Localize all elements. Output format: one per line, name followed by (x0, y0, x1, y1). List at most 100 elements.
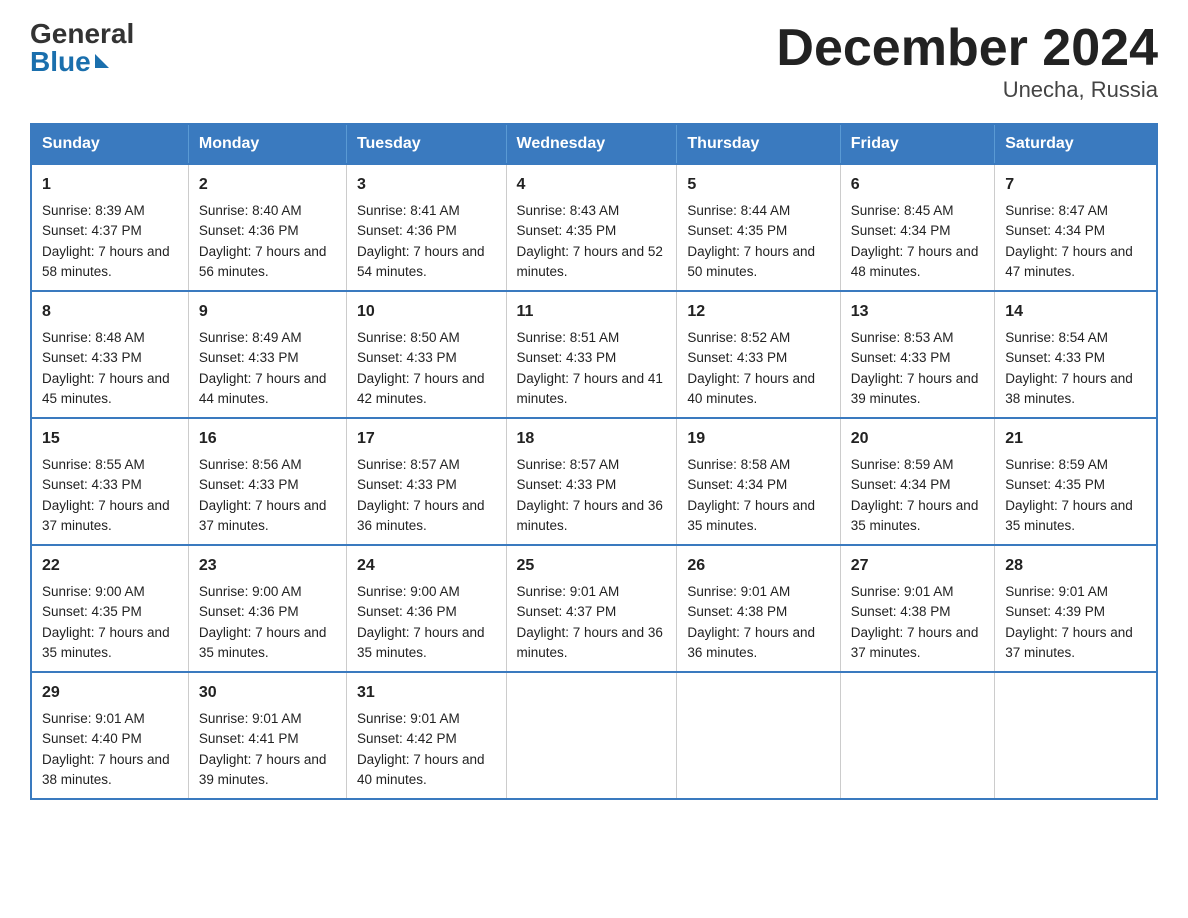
sunrise-text: Sunrise: 8:51 AM (517, 330, 620, 345)
sunrise-text: Sunrise: 8:53 AM (851, 330, 954, 345)
header-friday: Friday (840, 124, 994, 164)
cell-week1-day2: 2Sunrise: 8:40 AMSunset: 4:36 PMDaylight… (188, 164, 346, 291)
cell-week5-day7 (995, 672, 1157, 799)
week-row-5: 29Sunrise: 9:01 AMSunset: 4:40 PMDayligh… (31, 672, 1157, 799)
daylight-text: Daylight: 7 hours and 36 minutes. (687, 625, 815, 660)
sunrise-text: Sunrise: 9:00 AM (42, 584, 145, 599)
day-number: 31 (357, 681, 496, 705)
daylight-text: Daylight: 7 hours and 37 minutes. (199, 498, 327, 533)
header-monday: Monday (188, 124, 346, 164)
cell-week2-day7: 14Sunrise: 8:54 AMSunset: 4:33 PMDayligh… (995, 291, 1157, 418)
cell-week4-day4: 25Sunrise: 9:01 AMSunset: 4:37 PMDayligh… (506, 545, 677, 672)
week-row-3: 15 Sunrise: 8:55 AM Sunset: 4:33 PM Dayligh… (31, 418, 1157, 545)
cell-week5-day3: 31Sunrise: 9:01 AMSunset: 4:42 PMDayligh… (346, 672, 506, 799)
sunset-text: Sunset: 4:34 PM (851, 223, 951, 238)
daylight-text: Daylight: 7 hours and 35 minutes. (357, 625, 485, 660)
daylight-text: Daylight: 7 hours and 40 minutes. (357, 752, 485, 787)
sunrise-text: Sunrise: 9:01 AM (517, 584, 620, 599)
cell-week3-day2: 16Sunrise: 8:56 AMSunset: 4:33 PMDayligh… (188, 418, 346, 545)
day-number: 15 (42, 427, 178, 451)
daylight-text: Daylight: 7 hours and 38 minutes. (42, 752, 170, 787)
daylight-text: Daylight: 7 hours and 45 minutes. (42, 371, 170, 406)
sunrise-text: Sunrise: 8:40 AM (199, 203, 302, 218)
daylight-text: Daylight: 7 hours and 52 minutes. (517, 244, 663, 279)
daylight-text: Daylight: 7 hours and 35 minutes. (687, 498, 815, 533)
daylight-text: Daylight: 7 hours and 56 minutes. (199, 244, 327, 279)
sunrise-text: Sunrise: 8:57 AM (357, 457, 460, 472)
calendar-body: 1Sunrise: 8:39 AMSunset: 4:37 PMDaylight… (31, 164, 1157, 799)
day-number: 17 (357, 427, 496, 451)
sunset-text: Sunset: 4:40 PM (42, 731, 142, 746)
day-number: 9 (199, 300, 336, 324)
day-number: 19 (687, 427, 829, 451)
sunset-text: Sunset: 4:39 PM (1005, 604, 1105, 619)
sunset-text: Sunset: 4:33 PM (687, 350, 787, 365)
cell-week1-day5: 5Sunrise: 8:44 AMSunset: 4:35 PMDaylight… (677, 164, 840, 291)
day-number: 18 (517, 427, 667, 451)
daylight-text: Daylight: 7 hours and 38 minutes. (1005, 371, 1133, 406)
header-sunday: Sunday (31, 124, 188, 164)
calendar-table: Sunday Monday Tuesday Wednesday Thursday… (30, 123, 1158, 800)
week-row-2: 8Sunrise: 8:48 AMSunset: 4:33 PMDaylight… (31, 291, 1157, 418)
cell-week2-day3: 10Sunrise: 8:50 AMSunset: 4:33 PMDayligh… (346, 291, 506, 418)
sunset-text: Sunset: 4:33 PM (851, 350, 951, 365)
cell-week5-day4 (506, 672, 677, 799)
sunset-text: Sunset: 4:33 PM (1005, 350, 1105, 365)
sunrise-text: Sunrise: 9:01 AM (1005, 584, 1108, 599)
sunset-text: Sunset: 4:35 PM (517, 223, 617, 238)
sunrise-text: Sunrise: 9:01 AM (42, 711, 145, 726)
title-block: December 2024 Unecha, Russia (776, 20, 1158, 103)
cell-week2-day5: 12Sunrise: 8:52 AMSunset: 4:33 PMDayligh… (677, 291, 840, 418)
sunrise-text: Sunrise: 8:55 AM (42, 457, 145, 472)
sunset-text: Sunset: 4:35 PM (1005, 477, 1105, 492)
cell-week2-day4: 11Sunrise: 8:51 AMSunset: 4:33 PMDayligh… (506, 291, 677, 418)
page-header: General Blue December 2024 Unecha, Russi… (30, 20, 1158, 103)
sunrise-text: Sunrise: 8:43 AM (517, 203, 620, 218)
calendar-title: December 2024 (776, 20, 1158, 77)
sunset-text: Sunset: 4:41 PM (199, 731, 299, 746)
cell-week1-day6: 6Sunrise: 8:45 AMSunset: 4:34 PMDaylight… (840, 164, 994, 291)
logo: General Blue (30, 20, 134, 76)
sunrise-text: Sunrise: 9:01 AM (687, 584, 790, 599)
sunrise-text: Sunrise: 8:44 AM (687, 203, 790, 218)
sunset-text: Sunset: 4:38 PM (687, 604, 787, 619)
cell-week2-day2: 9Sunrise: 8:49 AMSunset: 4:33 PMDaylight… (188, 291, 346, 418)
sunset-text: Sunset: 4:33 PM (517, 477, 617, 492)
calendar-header: Sunday Monday Tuesday Wednesday Thursday… (31, 124, 1157, 164)
day-number: 10 (357, 300, 496, 324)
cell-week3-day7: 21Sunrise: 8:59 AMSunset: 4:35 PMDayligh… (995, 418, 1157, 545)
sunrise-text: Sunrise: 8:52 AM (687, 330, 790, 345)
cell-week5-day6 (840, 672, 994, 799)
cell-week4-day1: 22 Sunrise: 9:00 AM Sunset: 4:35 PM Dayligh… (31, 545, 188, 672)
daylight-text: Daylight: 7 hours and 35 minutes. (42, 625, 170, 660)
week-row-1: 1Sunrise: 8:39 AMSunset: 4:37 PMDaylight… (31, 164, 1157, 291)
day-number: 6 (851, 173, 984, 197)
sunrise-text: Sunrise: 8:48 AM (42, 330, 145, 345)
sunset-text: Sunset: 4:34 PM (687, 477, 787, 492)
day-number: 22 (42, 554, 178, 578)
daylight-text: Daylight: 7 hours and 35 minutes. (1005, 498, 1133, 533)
sunset-text: Sunset: 4:36 PM (357, 223, 457, 238)
sunset-text: Sunset: 4:37 PM (42, 223, 142, 238)
daylight-text: Daylight: 7 hours and 42 minutes. (357, 371, 485, 406)
sunset-text: Sunset: 4:35 PM (42, 604, 142, 619)
sunset-text: Sunset: 4:35 PM (687, 223, 787, 238)
sunrise-text: Sunrise: 8:41 AM (357, 203, 460, 218)
day-number: 24 (357, 554, 496, 578)
sunrise-text: Sunrise: 8:58 AM (687, 457, 790, 472)
day-number: 11 (517, 300, 667, 324)
cell-week1-day4: 4Sunrise: 8:43 AMSunset: 4:35 PMDaylight… (506, 164, 677, 291)
daylight-text: Daylight: 7 hours and 54 minutes. (357, 244, 485, 279)
daylight-text: Daylight: 7 hours and 36 minutes. (517, 498, 663, 533)
day-number: 28 (1005, 554, 1146, 578)
sunset-text: Sunset: 4:33 PM (357, 477, 457, 492)
sunrise-text: Sunrise: 8:54 AM (1005, 330, 1108, 345)
cell-week3-day4: 18Sunrise: 8:57 AMSunset: 4:33 PMDayligh… (506, 418, 677, 545)
header-thursday: Thursday (677, 124, 840, 164)
day-number: 2 (199, 173, 336, 197)
sunrise-text: Sunrise: 8:47 AM (1005, 203, 1108, 218)
day-number: 25 (517, 554, 667, 578)
day-number: 27 (851, 554, 984, 578)
daylight-text: Daylight: 7 hours and 37 minutes. (42, 498, 170, 533)
cell-week3-day6: 20Sunrise: 8:59 AMSunset: 4:34 PMDayligh… (840, 418, 994, 545)
